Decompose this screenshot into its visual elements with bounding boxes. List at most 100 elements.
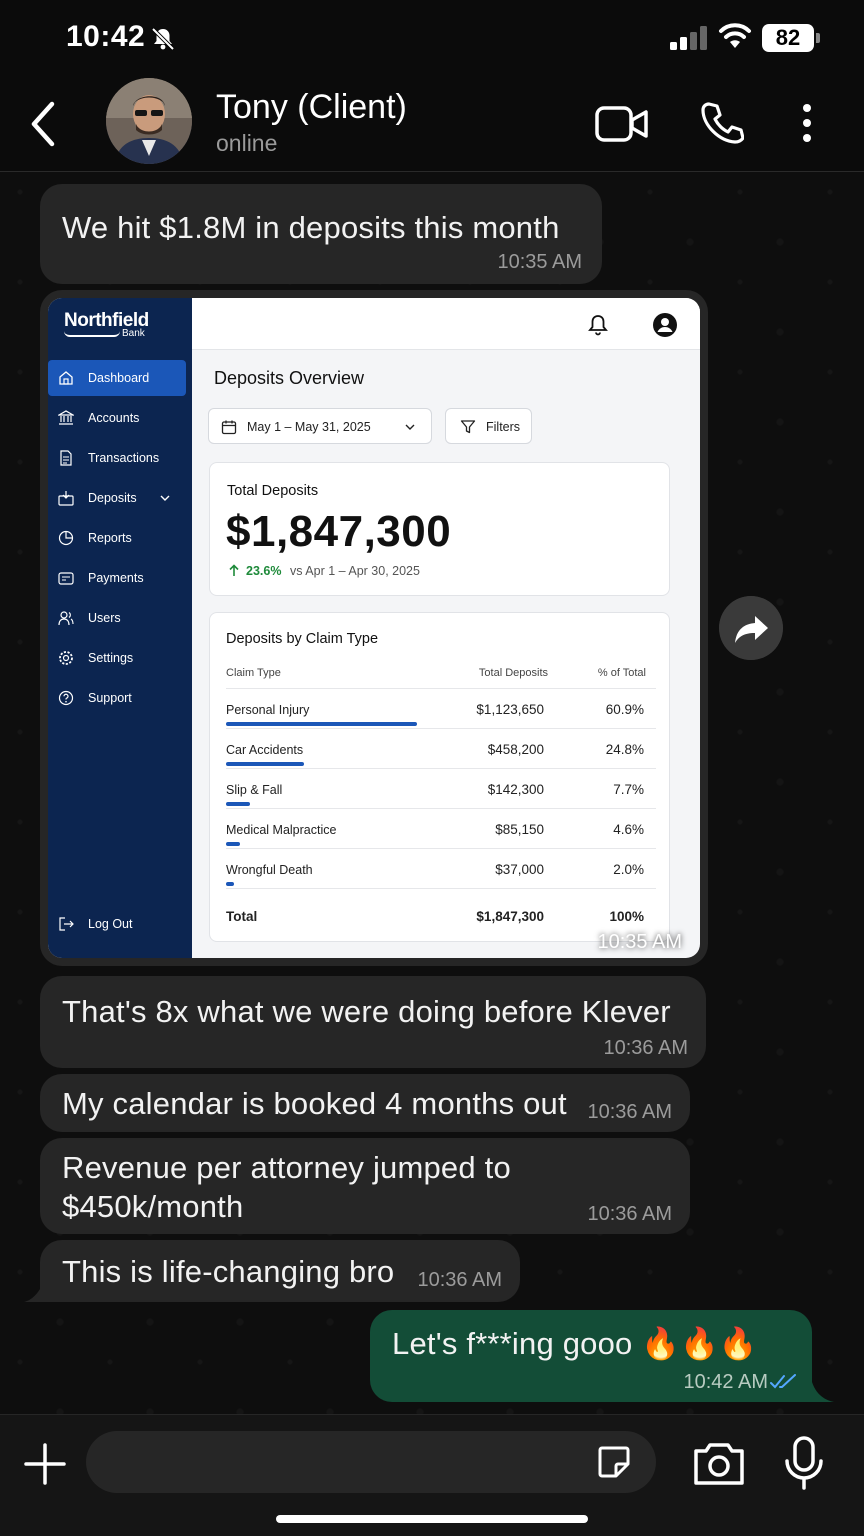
nav-item-logout[interactable]: Log Out (48, 906, 186, 942)
nav-item-deposits[interactable]: Deposits (48, 480, 186, 516)
profile-icon[interactable] (652, 312, 678, 338)
bubble-tail (812, 1382, 834, 1402)
brand-sub: Bank (122, 328, 145, 339)
message-bubble-outgoing[interactable]: Let's f***ing gooo 🔥🔥🔥 10:42 AM (370, 1310, 812, 1402)
nav-label: Reports (88, 531, 132, 545)
chevron-down-icon (160, 495, 170, 501)
message-time: 10:36 AM (587, 1203, 672, 1225)
page-title: Deposits Overview (214, 368, 365, 388)
dashboard-screenshot[interactable]: Northfield Bank Dashboard Accounts Trans… (48, 298, 700, 958)
message-time: 10:42 AM (683, 1371, 768, 1393)
filters-button[interactable]: Filters (445, 408, 532, 444)
bell-slash-icon (151, 27, 175, 51)
avatar[interactable] (106, 78, 192, 164)
contact-name[interactable]: Tony (Client) (216, 88, 407, 127)
claim-type: Medical Malpractice (226, 823, 337, 837)
table-total-row: Total $1,847,300 100% (226, 897, 656, 937)
message-time: 10:36 AM (417, 1269, 502, 1291)
table-row: Personal Injury $1,123,650 60.9% (226, 689, 656, 729)
nav-item-support[interactable]: Support (48, 680, 186, 716)
total-label: Total (226, 909, 258, 924)
nav-label: Deposits (88, 491, 137, 505)
sticker-icon[interactable] (596, 1444, 632, 1480)
message-input[interactable] (86, 1431, 656, 1493)
video-call-icon[interactable] (594, 102, 650, 146)
nav-item-settings[interactable]: Settings (48, 640, 186, 676)
total-value: $1,847,300 (476, 909, 544, 924)
message-bubble[interactable]: This is life-changing bro 10:36 AM (40, 1240, 520, 1302)
status-time: 10:42 (66, 20, 146, 53)
message-time: 10:35 AM (497, 251, 582, 273)
change-compare: vs Apr 1 – Apr 30, 2025 (290, 564, 420, 578)
claim-pct: 7.7% (613, 782, 644, 797)
table-row: Medical Malpractice $85,150 4.6% (226, 809, 656, 849)
table-header: Claim Type Total Deposits % of Total (226, 657, 656, 689)
column-header: Claim Type (226, 667, 281, 679)
share-bar (226, 762, 304, 766)
microphone-icon[interactable] (784, 1435, 824, 1491)
calendar-icon (221, 420, 237, 435)
phone-icon[interactable] (700, 100, 744, 144)
claim-total: $458,200 (487, 742, 544, 757)
claim-total: $142,300 (487, 782, 544, 797)
nav-label: Settings (88, 651, 134, 665)
pie-chart-icon (58, 530, 74, 546)
claim-type: Car Accidents (226, 743, 304, 757)
nav-label: Users (88, 611, 121, 625)
home-indicator[interactable] (276, 1515, 588, 1523)
plus-icon[interactable] (24, 1443, 66, 1485)
presence-status: online (216, 130, 278, 156)
claim-total: $85,150 (495, 822, 544, 837)
message-bubble[interactable]: My calendar is booked 4 months out 10:36… (40, 1074, 690, 1132)
message-text: We hit $1.8M in deposits this month (62, 210, 560, 245)
message-time: 10:36 AM (587, 1101, 672, 1123)
change-percent: 23.6% (246, 564, 282, 578)
message-bubble[interactable]: Revenue per attorney jumped to $450k/mon… (40, 1138, 690, 1234)
date-range-dropdown[interactable]: May 1 – May 31, 2025 (208, 408, 432, 444)
nav-label: Payments (88, 571, 144, 585)
deposits-by-claim-card: Deposits by Claim Type Claim Type Total … (209, 612, 670, 942)
read-receipt-icon (770, 1374, 796, 1389)
forward-button[interactable] (719, 596, 783, 660)
users-icon (58, 611, 74, 626)
chevron-down-icon (405, 424, 415, 430)
message-bubble[interactable]: We hit $1.8M in deposits this month 10:3… (40, 184, 602, 284)
filters-label: Filters (486, 420, 521, 434)
total-deposits-label: Total Deposits (227, 483, 319, 499)
claim-total: $1,123,650 (476, 702, 544, 717)
claim-type: Slip & Fall (226, 783, 283, 797)
claim-type: Personal Injury (226, 703, 310, 717)
image-time: 10:35 AM (597, 931, 682, 953)
claim-pct: 4.6% (613, 822, 644, 837)
message-time: 10:36 AM (603, 1037, 688, 1059)
column-header: % of Total (597, 667, 646, 679)
table-row: Slip & Fall $142,300 7.7% (226, 769, 656, 809)
nav-item-users[interactable]: Users (48, 600, 186, 636)
nav-label: Support (88, 691, 132, 705)
deposit-icon (58, 491, 74, 506)
nav-item-transactions[interactable]: Transactions (48, 440, 186, 476)
nav-label: Log Out (88, 917, 133, 931)
nav-item-accounts[interactable]: Accounts (48, 400, 186, 436)
nav-item-reports[interactable]: Reports (48, 520, 186, 556)
camera-icon[interactable] (692, 1439, 746, 1487)
nav-item-payments[interactable]: Payments (48, 560, 186, 596)
message-text: My calendar is booked 4 months out (62, 1086, 567, 1121)
filter-icon (460, 420, 476, 434)
back-arrow-icon[interactable] (24, 98, 64, 150)
message-bubble[interactable]: That's 8x what we were doing before Klev… (40, 976, 706, 1068)
signal-icon (670, 26, 707, 50)
share-bar (226, 722, 418, 726)
person-photo-icon (106, 78, 192, 164)
message-text-line1: Revenue per attorney jumped to (62, 1150, 511, 1185)
chat-area[interactable]: We hit $1.8M in deposits this month 10:3… (0, 172, 864, 1414)
nav-item-dashboard[interactable]: Dashboard (48, 360, 186, 396)
more-options-icon[interactable] (800, 102, 814, 144)
bell-icon[interactable] (588, 314, 608, 336)
share-bar (226, 842, 241, 846)
image-message[interactable]: Northfield Bank Dashboard Accounts Trans… (40, 290, 708, 966)
total-pct: 100% (609, 909, 644, 924)
nav-label: Accounts (88, 411, 140, 425)
message-text: This is life-changing bro (62, 1254, 395, 1289)
help-icon (58, 690, 74, 706)
